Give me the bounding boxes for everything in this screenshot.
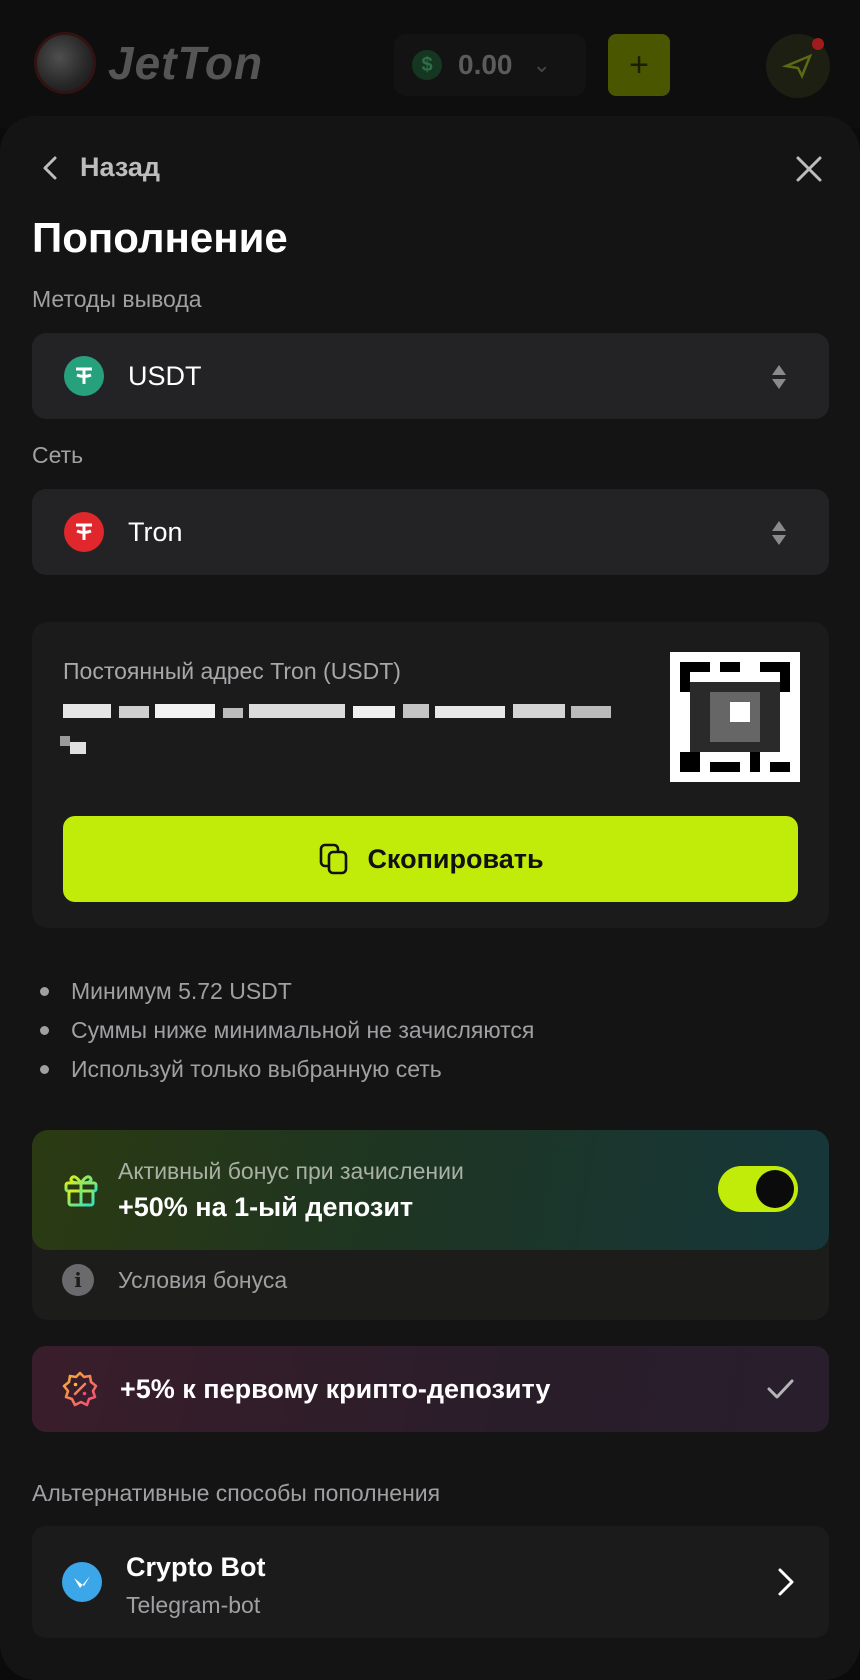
method-select[interactable]: USDT (32, 333, 829, 419)
bonus-header: Активный бонус при зачислении +50% на 1-… (32, 1130, 829, 1250)
network-value: Tron (128, 516, 183, 547)
chevron-left-icon (43, 156, 57, 179)
bullet (40, 1026, 49, 1035)
bonus-headline: +50% на 1-ый депозит (118, 1192, 414, 1222)
updown-arrows-icon (772, 365, 786, 389)
copy-address-button[interactable]: Скопировать (63, 816, 798, 902)
crypto-deposit-bonus[interactable]: +5% к первому крипто-депозиту (32, 1346, 829, 1432)
address-title: Постоянный адрес Tron (USDT) (63, 658, 401, 684)
option-description: Telegram-bot (126, 1592, 261, 1618)
add-funds-button[interactable]: + (608, 34, 670, 96)
crypto-bot-option[interactable]: Crypto Bot Telegram-bot (32, 1526, 829, 1638)
bonus-toggle[interactable] (718, 1166, 798, 1212)
logo-ball-icon (34, 32, 96, 94)
method-label: Методы вывода (32, 286, 202, 312)
list-item: Используй только выбранную сеть (40, 1050, 534, 1089)
alternatives-label: Альтернативные способы пополнения (32, 1480, 441, 1506)
deposit-sheet: Назад Пополнение Методы вывода USDT Сеть… (0, 116, 860, 1680)
bonus-conditions-label: Условия бонуса (118, 1266, 288, 1293)
check-icon (767, 1379, 794, 1399)
crypto-bot-icon (62, 1562, 102, 1602)
network-select[interactable]: Tron (32, 489, 829, 575)
note-text: Суммы ниже минимальной не зачисляются (71, 1017, 535, 1043)
tether-icon (64, 356, 104, 396)
deposit-address-card: Постоянный адрес Tron (USDT) Скопировать (32, 622, 829, 928)
top-app-bar: JetTon $ 0.00 ⌄ + (0, 0, 860, 128)
deposit-notes: Минимум 5.72 USDT Суммы ниже минимальной… (40, 972, 534, 1089)
chevron-right-icon (778, 1568, 794, 1596)
bullet (40, 987, 49, 996)
list-item: Суммы ниже минимальной не зачисляются (40, 1011, 534, 1050)
gift-icon (64, 1175, 98, 1207)
bullet (40, 1065, 49, 1074)
back-label: Назад (80, 152, 161, 182)
balance-selector[interactable]: $ 0.00 ⌄ (394, 34, 586, 96)
logo-text: JetTon (108, 37, 264, 89)
copy-label: Скопировать (367, 843, 544, 874)
active-bonus-card: Активный бонус при зачислении +50% на 1-… (32, 1130, 829, 1320)
list-item: Минимум 5.72 USDT (40, 972, 534, 1011)
dollar-icon: $ (412, 50, 442, 80)
updown-arrows-icon (772, 521, 786, 545)
network-label: Сеть (32, 442, 84, 468)
app-logo[interactable]: JetTon (34, 32, 263, 94)
method-value: USDT (128, 360, 202, 391)
option-name: Crypto Bot (126, 1552, 266, 1582)
balance-amount: 0.00 (458, 49, 513, 80)
back-button[interactable]: Назад (38, 152, 160, 183)
toggle-knob (756, 1170, 794, 1208)
bonus-conditions-link[interactable]: i Условия бонуса (62, 1264, 287, 1296)
close-icon[interactable] (792, 152, 826, 186)
copy-icon (320, 843, 348, 875)
qr-code[interactable] (670, 652, 800, 782)
info-icon: i (62, 1264, 94, 1296)
bonus-subtitle: Активный бонус при зачислении (118, 1158, 464, 1184)
page-title: Пополнение (32, 214, 288, 261)
crypto-bonus-label: +5% к первому крипто-депозиту (120, 1373, 551, 1404)
note-text: Используй только выбранную сеть (71, 1056, 442, 1082)
address-value-redacted (63, 704, 611, 718)
note-text: Минимум 5.72 USDT (71, 978, 292, 1004)
chevron-down-icon: ⌄ (532, 52, 551, 77)
notification-dot (812, 38, 824, 50)
percent-badge-icon (62, 1371, 98, 1407)
paper-plane-icon (782, 53, 813, 80)
address-value-redacted-line2 (60, 736, 86, 754)
tron-icon (64, 512, 104, 552)
